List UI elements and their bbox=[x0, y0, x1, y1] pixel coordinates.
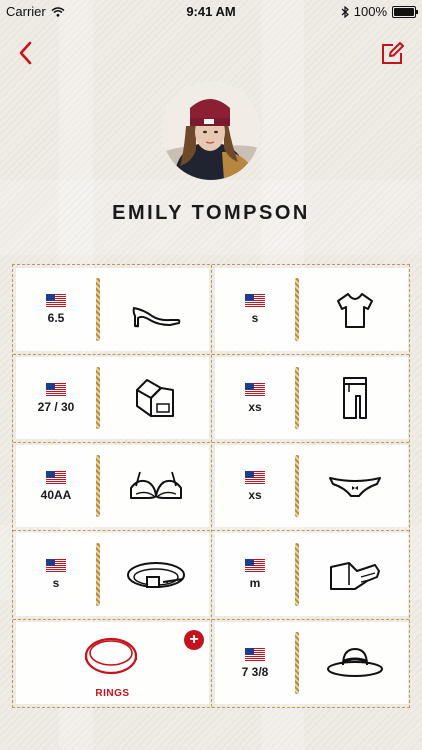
item-icon-wrap bbox=[310, 533, 400, 616]
us-flag-icon bbox=[245, 294, 265, 307]
rings-label: RINGS bbox=[95, 688, 130, 699]
size-cell-hat[interactable]: 7 3/8 bbox=[215, 622, 408, 704]
edit-button[interactable] bbox=[378, 38, 408, 68]
us-flag-icon bbox=[46, 294, 66, 307]
ring-icon bbox=[84, 637, 138, 675]
bra-icon bbox=[130, 471, 182, 499]
avatar bbox=[162, 82, 260, 180]
size-block: m bbox=[215, 533, 295, 616]
size-block: 6.5 bbox=[16, 268, 96, 351]
rope-divider bbox=[295, 455, 299, 517]
profile-name: EMILY TOMPSON bbox=[112, 202, 310, 224]
grid-row-divider bbox=[13, 354, 409, 355]
status-right-group: 100% bbox=[341, 4, 418, 19]
add-ring-button[interactable]: + bbox=[184, 630, 204, 650]
size-block: s bbox=[16, 533, 96, 616]
item-icon-wrap bbox=[111, 268, 201, 351]
underwear-icon bbox=[329, 477, 381, 497]
size-block: 7 3/8 bbox=[215, 622, 295, 704]
grid-row-divider bbox=[13, 619, 409, 620]
size-value: 6.5 bbox=[47, 311, 65, 325]
us-flag-icon bbox=[245, 383, 265, 396]
size-cell-bra[interactable]: 40AA bbox=[16, 445, 209, 527]
size-block: xs bbox=[215, 357, 295, 439]
back-button[interactable] bbox=[10, 38, 40, 68]
rope-divider bbox=[96, 278, 100, 341]
us-flag-icon bbox=[46, 383, 66, 396]
belt-icon bbox=[127, 561, 185, 588]
item-icon-wrap bbox=[310, 268, 400, 351]
hat-icon bbox=[327, 647, 383, 677]
us-flag-icon bbox=[46, 471, 66, 484]
grid-row-divider bbox=[13, 530, 409, 531]
rope-divider bbox=[295, 367, 299, 429]
size-block: xs bbox=[215, 445, 295, 527]
high-heel-icon bbox=[132, 306, 181, 327]
size-cell-tops[interactable]: s bbox=[215, 268, 408, 351]
gloves-icon bbox=[330, 561, 380, 590]
chevron-left-icon bbox=[19, 41, 32, 65]
size-cell-jeans[interactable]: 27 / 30 bbox=[16, 357, 209, 439]
size-value: 7 3/8 bbox=[241, 664, 269, 679]
size-cell-pants[interactable]: xs bbox=[215, 357, 408, 439]
item-icon-wrap bbox=[310, 357, 400, 439]
size-value: xs bbox=[248, 399, 262, 414]
item-icon-wrap bbox=[310, 445, 400, 527]
tshirt-icon bbox=[337, 292, 373, 328]
us-flag-icon bbox=[46, 559, 66, 572]
size-block: 27 / 30 bbox=[16, 357, 96, 439]
pants-icon bbox=[343, 377, 367, 419]
rope-divider bbox=[295, 632, 299, 694]
jeans-icon bbox=[136, 379, 174, 417]
rope-divider bbox=[96, 543, 100, 606]
edit-icon bbox=[382, 42, 404, 64]
rope-divider bbox=[96, 367, 100, 429]
us-flag-icon bbox=[245, 471, 265, 484]
size-value: s bbox=[52, 576, 60, 590]
rope-divider bbox=[295, 543, 299, 606]
size-cell-shoes[interactable]: 6.5 bbox=[16, 268, 209, 351]
size-cell-gloves[interactable]: m bbox=[215, 533, 408, 616]
status-bar: Carrier 9:41 AM 100% bbox=[0, 0, 422, 22]
size-value: 40AA bbox=[40, 487, 72, 502]
item-icon-wrap bbox=[111, 357, 201, 439]
rope-divider bbox=[96, 455, 100, 517]
plus-icon: + bbox=[189, 631, 199, 648]
size-value: xs bbox=[248, 487, 262, 502]
rings-cell[interactable]: RINGS + bbox=[16, 622, 209, 704]
size-value: s bbox=[251, 311, 259, 325]
size-grid: 6.5 s 27 / 30 xs 40AA xs s m RINGS + 7 3… bbox=[12, 264, 410, 708]
bluetooth-icon bbox=[341, 5, 349, 18]
grid-row-divider bbox=[13, 442, 409, 443]
item-icon-wrap bbox=[111, 533, 201, 616]
avatar-image bbox=[162, 82, 260, 180]
size-cell-underwear[interactable]: xs bbox=[215, 445, 408, 527]
item-icon-wrap bbox=[310, 622, 400, 704]
us-flag-icon bbox=[245, 648, 265, 661]
battery-icon bbox=[392, 5, 418, 18]
battery-percent: 100% bbox=[353, 4, 387, 19]
size-value: m bbox=[249, 576, 261, 590]
rope-divider bbox=[295, 278, 299, 341]
us-flag-icon bbox=[245, 559, 265, 572]
item-icon-wrap bbox=[111, 445, 201, 527]
grid-vertical-divider bbox=[211, 265, 212, 707]
size-cell-belt[interactable]: s bbox=[16, 533, 209, 616]
size-block: s bbox=[215, 268, 295, 351]
size-block: 40AA bbox=[16, 445, 96, 527]
size-value: 27 / 30 bbox=[37, 399, 75, 414]
